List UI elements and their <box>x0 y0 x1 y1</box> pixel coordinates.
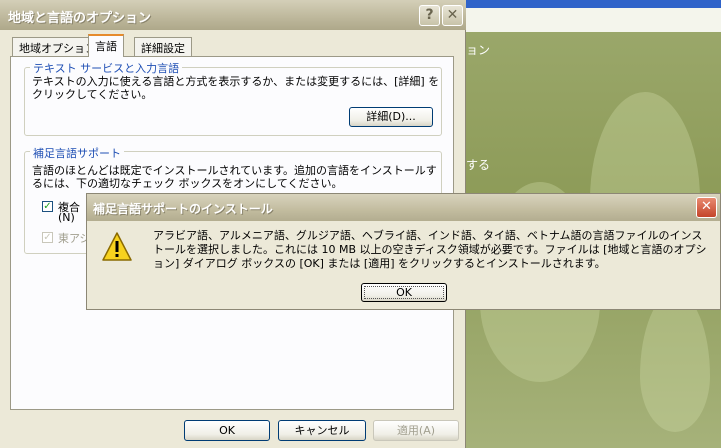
cancel-button[interactable]: キャンセル <box>278 420 366 441</box>
supplemental-install-message-box: 補足言語サポートのインストール ✕ アラビア語、アルメニア語、グルジア語、ヘブラ… <box>86 193 721 310</box>
background-window-text: ョン <box>466 43 491 57</box>
help-icon: ? <box>425 7 434 23</box>
background-window-text: する <box>466 158 491 172</box>
message-box-text: アラビア語、アルメニア語、グルジア語、ヘブライ語、インド語、タイ語、ベトナム語の… <box>153 229 707 270</box>
background-window-toolbar <box>440 8 721 32</box>
details-button[interactable]: 詳細(D)... <box>349 107 433 127</box>
close-icon: ✕ <box>446 7 459 23</box>
close-button[interactable]: ✕ <box>442 5 463 26</box>
dialog-title: 地域と言語のオプション <box>8 11 152 26</box>
decorative-leaf <box>640 292 710 432</box>
message-box-close-button[interactable]: ✕ <box>696 197 717 218</box>
dialog-titlebar: 地域と言語のオプション ? ✕ <box>0 0 466 30</box>
message-box-titlebar: 補足言語サポートのインストール ✕ <box>87 194 720 221</box>
ok-button[interactable]: OK <box>184 420 270 441</box>
text-services-description: テキストの入力に使える言語と方式を表示するか、または変更するには、[詳細] をク… <box>32 75 440 101</box>
supplemental-description: 言語のほとんどは既定でインストールされています。追加の言語をインストールするには… <box>32 164 437 190</box>
text-services-group-title: テキスト サービスと入力言語 <box>30 60 183 76</box>
background-window-titlebar <box>440 0 721 8</box>
complex-script-accelerator: (N) <box>58 211 75 224</box>
apply-button[interactable]: 適用(A) <box>373 420 459 441</box>
complex-script-checkbox[interactable]: ✓ <box>42 201 53 212</box>
tab-languages[interactable]: 言語 <box>88 34 124 57</box>
message-box-ok-button[interactable]: OK <box>361 283 447 302</box>
message-box-title: 補足言語サポートのインストール <box>93 202 273 216</box>
warning-icon <box>102 232 132 261</box>
supplemental-group-title: 補足言語サポート <box>30 145 124 161</box>
help-button[interactable]: ? <box>419 5 440 26</box>
east-asian-checkbox[interactable]: ✓ <box>42 232 53 243</box>
close-icon: ✕ <box>701 199 712 214</box>
tab-advanced[interactable]: 詳細設定 <box>134 37 192 56</box>
